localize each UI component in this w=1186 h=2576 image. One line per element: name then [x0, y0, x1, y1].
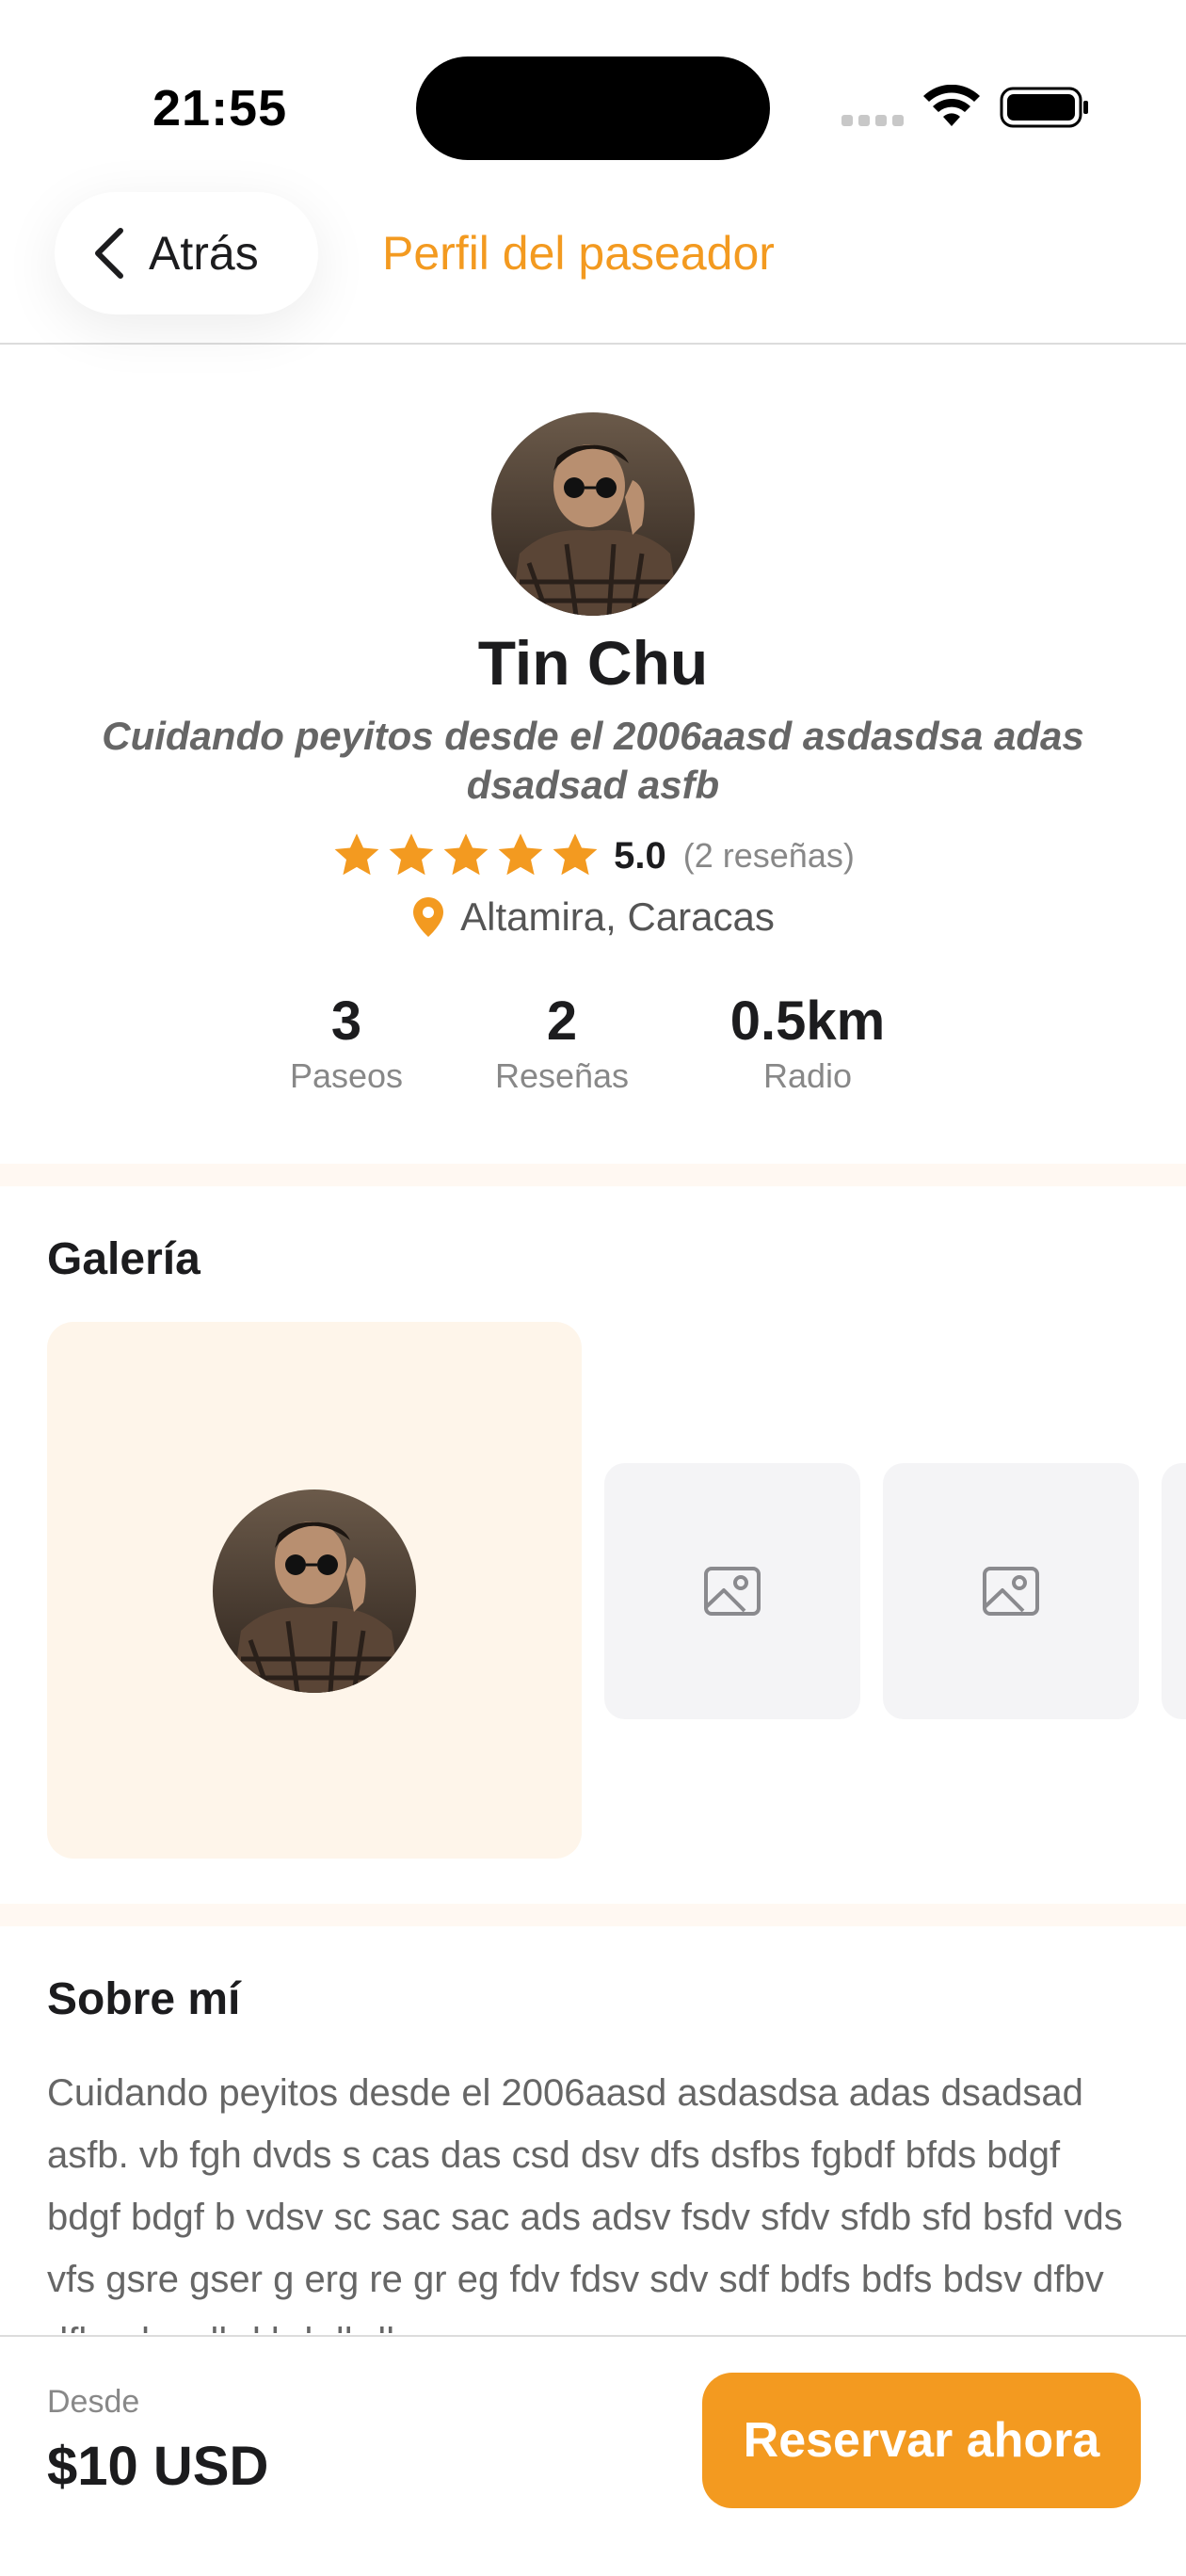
stat-label: Paseos: [289, 1056, 404, 1095]
stat-value: 3: [330, 990, 362, 1052]
wifi-icon: [923, 85, 980, 126]
map-pin-icon: [413, 897, 444, 937]
star-icon: [334, 833, 379, 876]
top-navigation-bar: Atrás Perfil del paseador: [0, 188, 1186, 345]
dynamic-island: [416, 56, 770, 160]
status-bar: 21:55: [0, 0, 1186, 188]
stat-walks: 3 Paseos: [290, 989, 403, 1098]
back-label: Atrás: [149, 227, 259, 280]
star-icon: [389, 833, 434, 876]
gallery-main-photo[interactable]: [47, 1322, 582, 1859]
stat-reviews: 2 Reseñas: [495, 989, 629, 1098]
gallery-thumb[interactable]: [604, 1463, 860, 1719]
image-placeholder-icon: [704, 1567, 761, 1616]
avatar: [491, 412, 695, 616]
chevron-left-icon: [95, 228, 123, 279]
stat-label: Radio: [762, 1056, 853, 1095]
stat-radius: 0.5km Radio: [730, 989, 885, 1098]
about-heading: Sobre mí: [47, 1974, 241, 2024]
rating-row: 5.0 (2 reseñas): [0, 830, 1186, 881]
book-now-button[interactable]: Reservar ahora: [702, 2373, 1141, 2508]
rating-stars: [331, 830, 601, 881]
stat-label: Reseñas: [494, 1056, 630, 1095]
stat-value: 2: [546, 990, 578, 1052]
section-divider: [0, 1164, 1186, 1186]
star-icon: [443, 833, 489, 876]
star-icon: [498, 833, 543, 876]
stat-value: 0.5km: [729, 990, 886, 1052]
rating-value: 5.0: [614, 834, 666, 877]
avatar: [213, 1489, 416, 1693]
star-icon: [553, 833, 598, 876]
review-count: (2 reseñas): [682, 836, 855, 875]
status-time: 21:55: [152, 80, 288, 137]
stats-row: 3 Paseos 2 Reseñas 0.5km Radio: [0, 989, 1186, 1102]
battery-icon: [1000, 87, 1088, 128]
walker-tagline: Cuidando peyitos desde el 2006aasd asdas…: [102, 714, 1084, 807]
walker-name: Tin Chu: [477, 628, 709, 698]
price-value: $10 USD: [47, 2436, 269, 2497]
section-divider: [0, 1904, 1186, 1926]
gallery-thumb[interactable]: [1162, 1463, 1186, 1719]
image-placeholder-icon: [983, 1567, 1039, 1616]
booking-footer: Desde $10 USD Reservar ahora: [0, 2335, 1186, 2576]
back-button[interactable]: Atrás: [55, 192, 318, 314]
page-title: Perfil del paseador: [382, 227, 775, 280]
location-text: Altamira, Caracas: [460, 894, 775, 939]
price-label: Desde: [47, 2384, 140, 2420]
cellular-signal-icon: [841, 115, 904, 126]
gallery-thumb[interactable]: [883, 1463, 1139, 1719]
gallery-heading: Galería: [47, 1234, 200, 1284]
location-row: Altamira, Caracas: [0, 894, 1186, 940]
walker-profile-screen: 21:55 Atrás Perfil del paseador Tin Chu …: [0, 0, 1186, 2576]
about-text: Cuidando peyitos desde el 2006aasd asdas…: [47, 2072, 1123, 2333]
